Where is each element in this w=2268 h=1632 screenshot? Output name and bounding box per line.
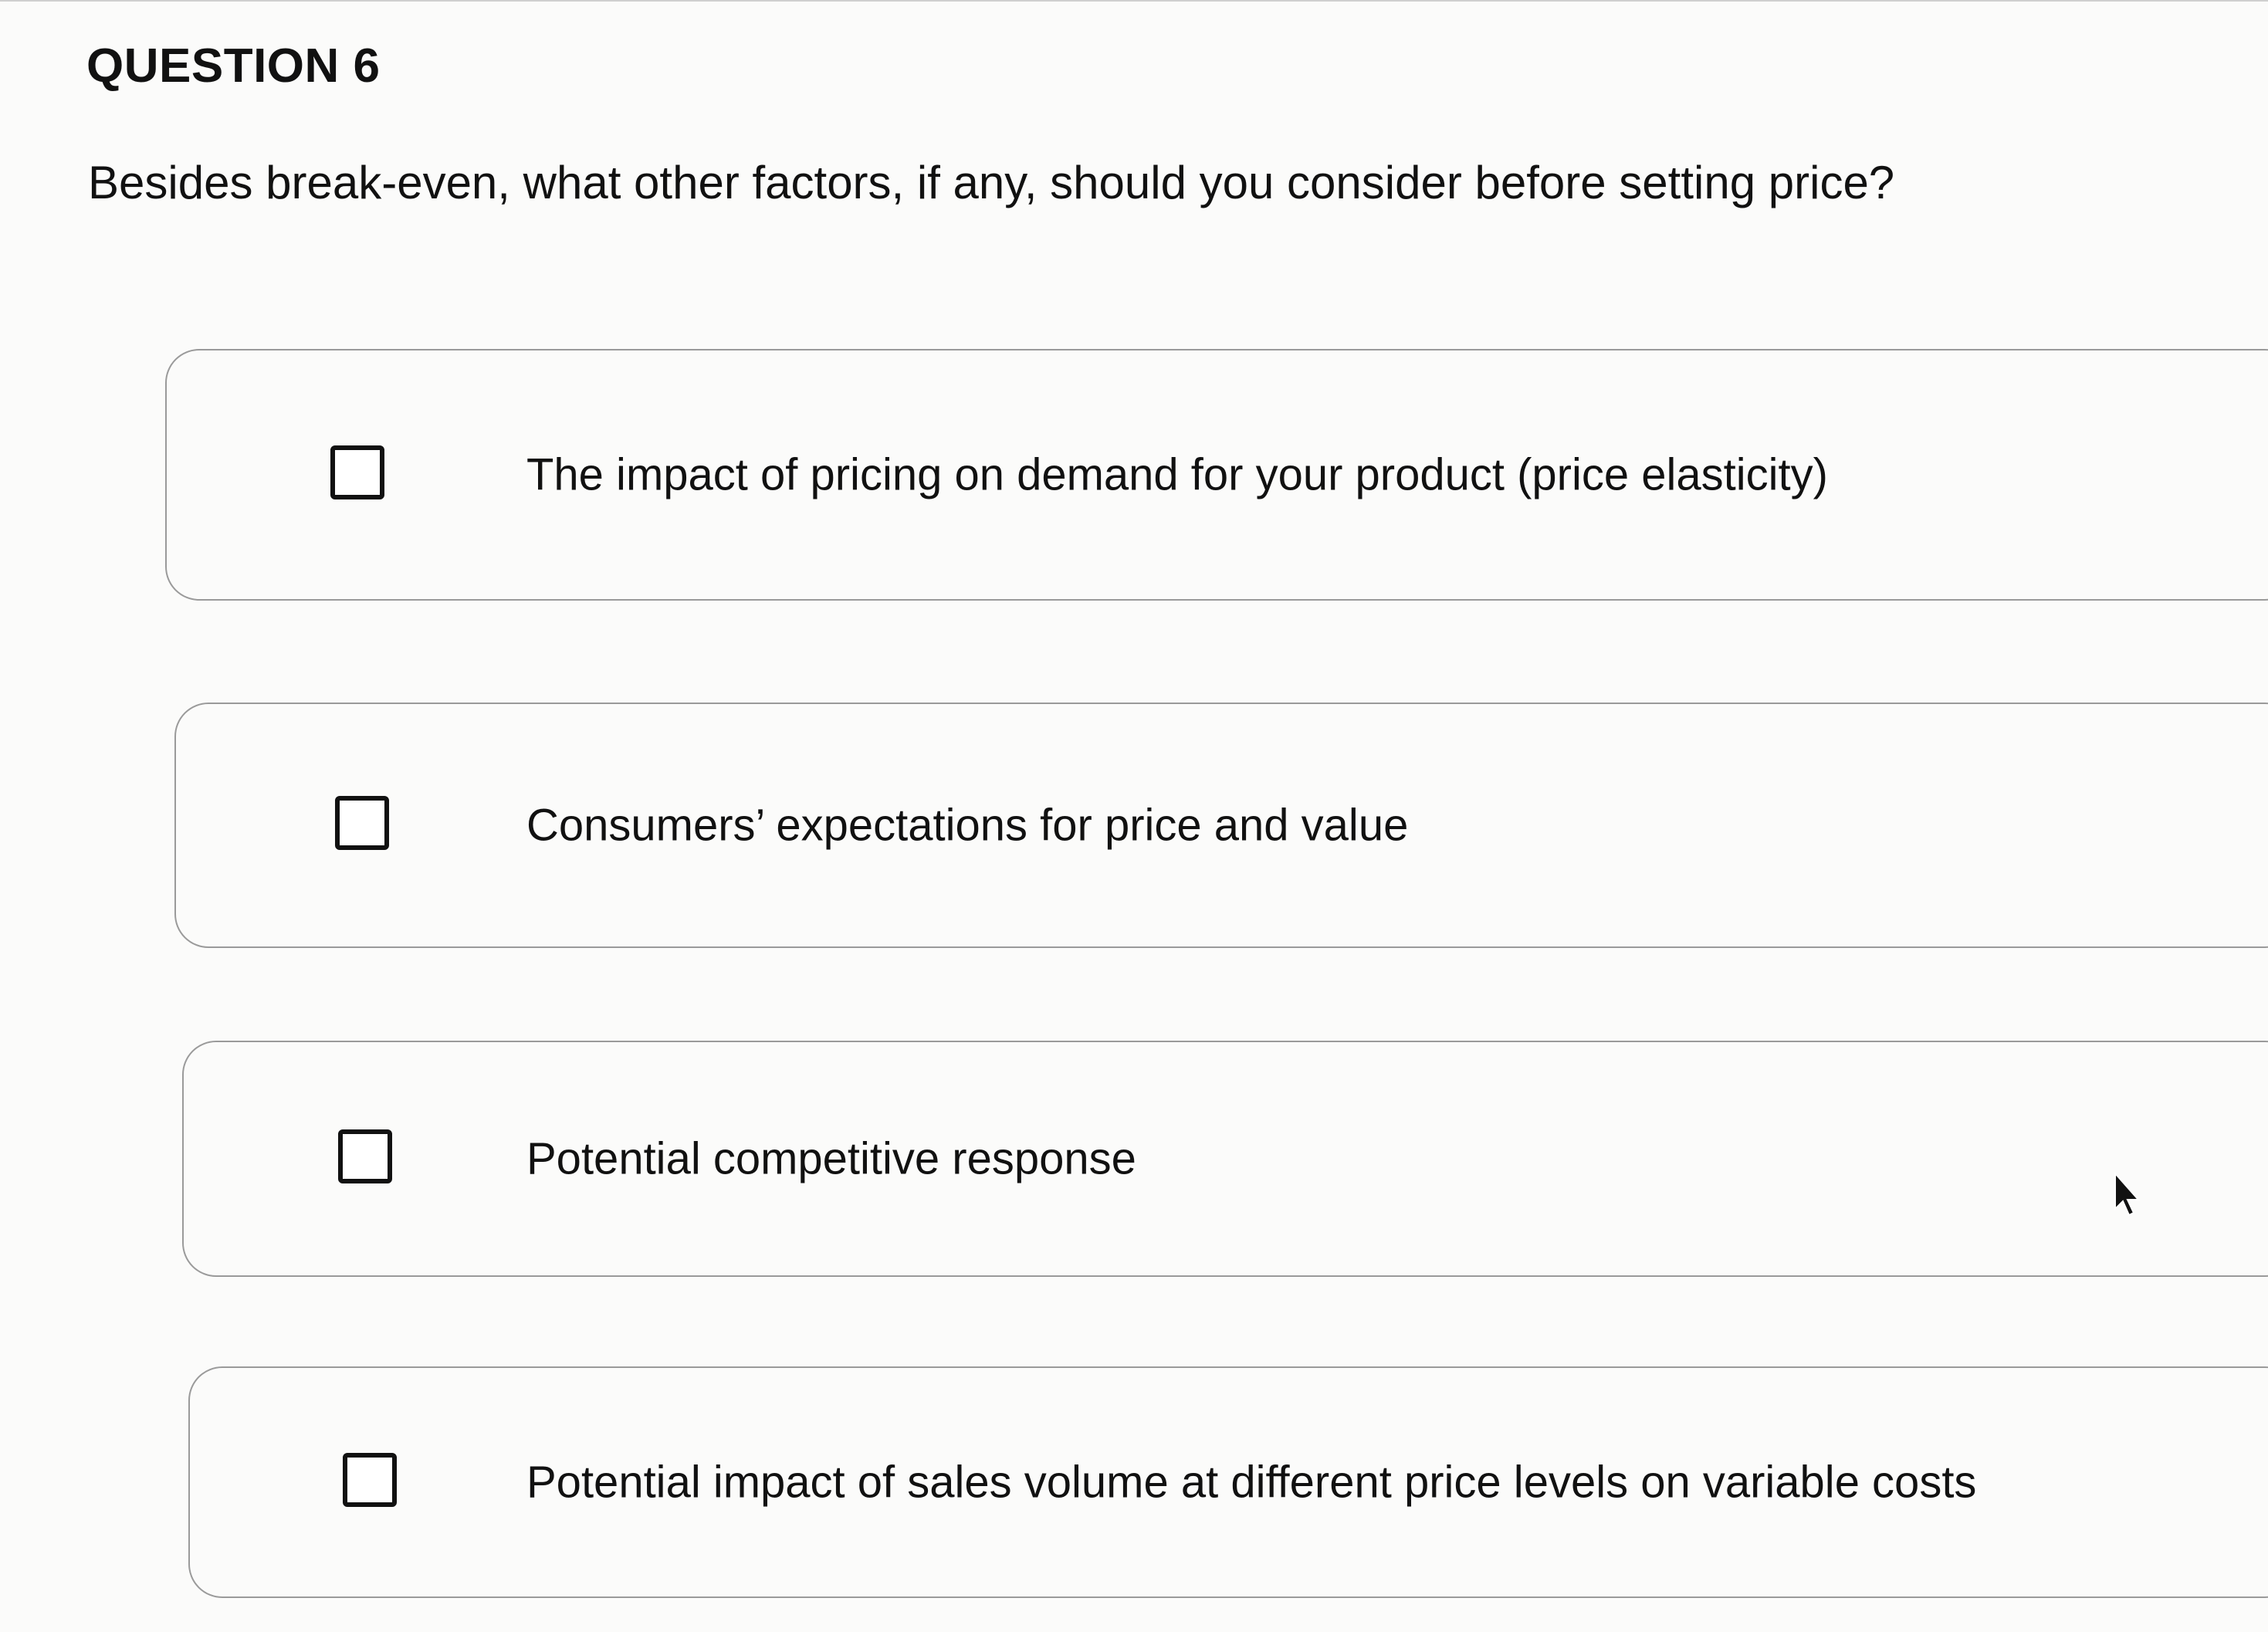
answer-option-label: The impact of pricing on demand for your… <box>526 449 1828 500</box>
checkbox-icon[interactable] <box>338 1129 392 1183</box>
question-text: Besides break-even, what other factors, … <box>88 157 1895 208</box>
question-page: QUESTION 6 Besides break-even, what othe… <box>0 0 2268 1632</box>
checkbox-icon[interactable] <box>335 796 389 850</box>
answer-option-3[interactable]: Potential competitive response <box>182 1041 2268 1277</box>
checkbox-icon[interactable] <box>343 1453 397 1507</box>
answer-option-label: Consumers’ expectations for price and va… <box>526 800 1409 851</box>
mouse-pointer-icon <box>2114 1172 2141 1217</box>
answer-option-label: Potential competitive response <box>526 1133 1136 1184</box>
answer-option-1[interactable]: The impact of pricing on demand for your… <box>165 349 2268 601</box>
answer-option-2[interactable]: Consumers’ expectations for price and va… <box>174 703 2268 948</box>
checkbox-icon[interactable] <box>330 445 384 499</box>
answer-option-4[interactable]: Potential impact of sales volume at diff… <box>188 1366 2268 1598</box>
answer-option-label: Potential impact of sales volume at diff… <box>526 1457 1977 1508</box>
question-heading: QUESTION 6 <box>86 39 381 93</box>
